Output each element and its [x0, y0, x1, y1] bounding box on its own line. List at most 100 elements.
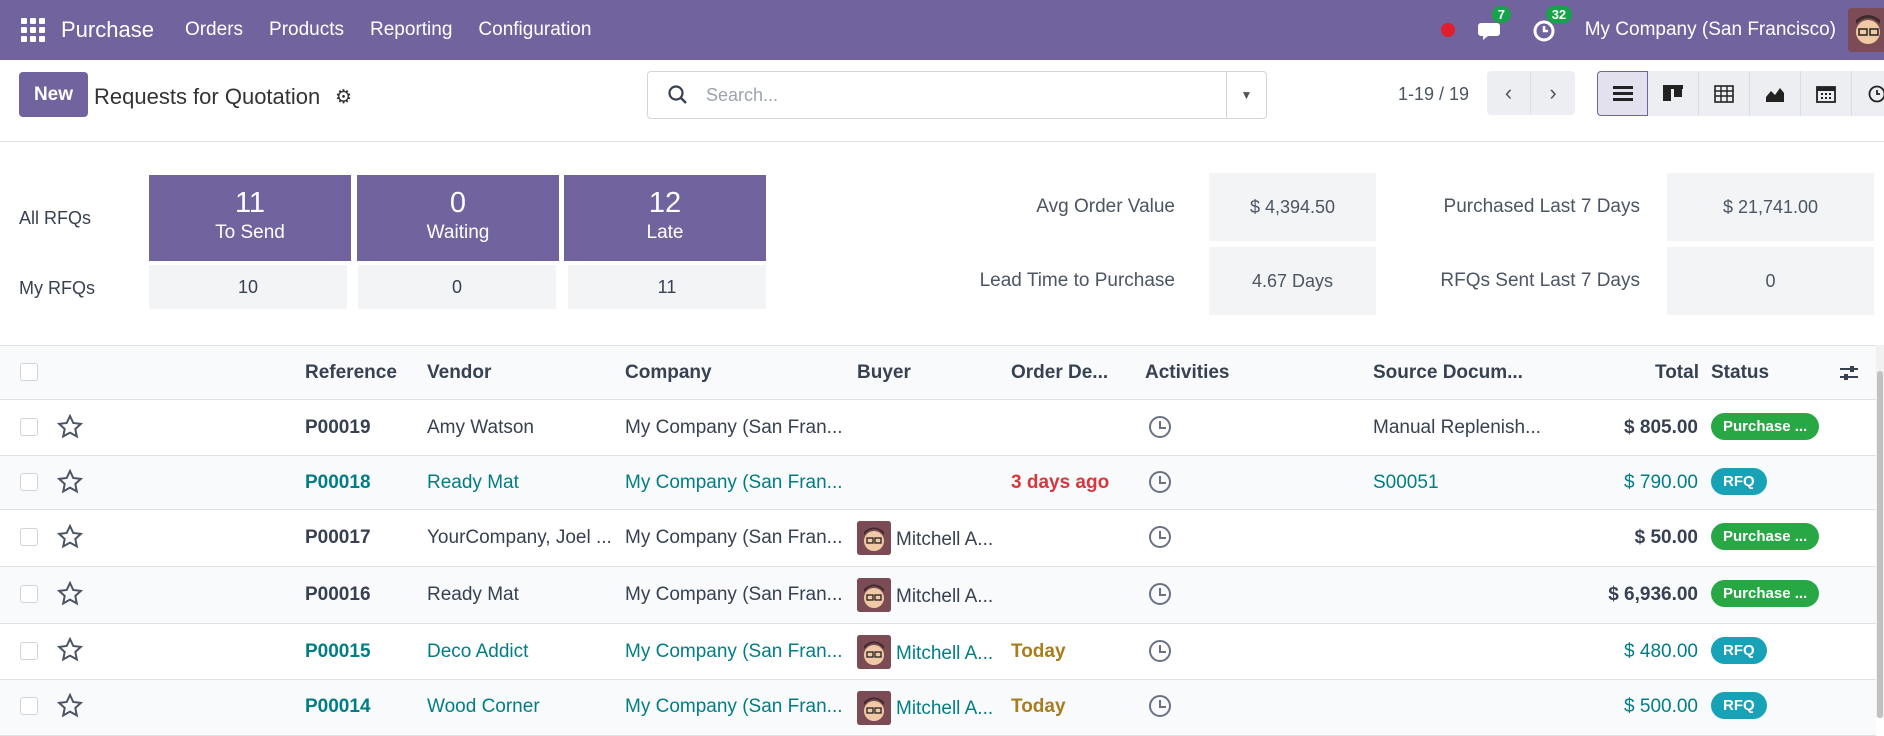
- row-checkbox[interactable]: [20, 528, 38, 546]
- menu-orders[interactable]: Orders: [172, 19, 256, 41]
- column-activities[interactable]: Activities: [1145, 362, 1229, 384]
- column-buyer[interactable]: Buyer: [857, 362, 911, 384]
- rfqs-sent-label: RFQs Sent Last 7 Days: [1400, 270, 1640, 292]
- pivot-view-button[interactable]: [1699, 71, 1750, 116]
- column-source-document[interactable]: Source Docum...: [1373, 362, 1523, 384]
- menu-products[interactable]: Products: [256, 19, 357, 41]
- vertical-scrollbar[interactable]: [1876, 345, 1884, 718]
- rfqs-sent-value: 0: [1667, 247, 1874, 315]
- scrollbar-thumb[interactable]: [1877, 371, 1883, 718]
- row-company: My Company (San Fran...: [625, 696, 843, 718]
- star-icon[interactable]: [57, 469, 83, 495]
- to-send-tile[interactable]: 11 To Send: [149, 175, 351, 261]
- row-checkbox[interactable]: [20, 473, 38, 491]
- search-bar[interactable]: Search... ▼: [647, 71, 1267, 119]
- graph-view-button[interactable]: [1750, 71, 1801, 116]
- purchased-last-7-days-value: $ 21,741.00: [1667, 173, 1874, 241]
- activity-clock-icon[interactable]: [1149, 471, 1171, 493]
- purchased-last-7-days-label: Purchased Last 7 Days: [1400, 196, 1640, 218]
- star-icon[interactable]: [57, 524, 83, 550]
- page-title: Requests for Quotation: [94, 84, 320, 110]
- row-checkbox[interactable]: [20, 585, 38, 603]
- my-rfqs-label: My RFQs: [19, 278, 95, 299]
- activity-view-button[interactable]: [1852, 71, 1884, 116]
- messages-button[interactable]: 7: [1477, 16, 1505, 44]
- my-late-count[interactable]: 11: [568, 265, 766, 309]
- my-to-send-count[interactable]: 10: [149, 265, 347, 309]
- status-badge: RFQ: [1711, 468, 1767, 495]
- status-badge: Purchase ...: [1711, 580, 1819, 607]
- table-row[interactable]: P00014 Wood Corner My Company (San Fran.…: [0, 680, 1876, 736]
- gear-icon[interactable]: ⚙: [335, 86, 352, 109]
- to-send-count: 11: [149, 187, 351, 220]
- row-checkbox[interactable]: [20, 418, 38, 436]
- apps-menu-icon[interactable]: [21, 18, 45, 42]
- star-icon[interactable]: [57, 581, 83, 607]
- row-order-deadline: 3 days ago: [1011, 472, 1109, 494]
- avg-order-value: $ 4,394.50: [1209, 173, 1376, 241]
- view-switcher: [1597, 71, 1884, 116]
- pager-next-button[interactable]: ›: [1531, 71, 1575, 115]
- column-company[interactable]: Company: [625, 362, 712, 384]
- table-row[interactable]: P00017 YourCompany, Joel ... My Company …: [0, 510, 1876, 567]
- activity-clock-icon[interactable]: [1149, 695, 1171, 717]
- row-reference: P00016: [305, 584, 371, 606]
- table-row[interactable]: P00019 Amy Watson My Company (San Fran..…: [0, 400, 1876, 456]
- row-reference: P00019: [305, 417, 371, 439]
- activity-clock-icon[interactable]: [1149, 640, 1171, 662]
- clock-icon: [1867, 85, 1884, 103]
- calendar-icon: [1816, 85, 1836, 103]
- avatar-face-icon: [857, 691, 891, 725]
- company-switcher[interactable]: My Company (San Francisco): [1585, 19, 1836, 41]
- caret-down-icon: ▼: [1241, 88, 1253, 102]
- new-button[interactable]: New: [19, 72, 88, 117]
- row-buyer: Mitchell A...: [896, 643, 993, 665]
- table-row[interactable]: P00018 Ready Mat My Company (San Fran...…: [0, 456, 1876, 510]
- star-icon[interactable]: [57, 637, 83, 663]
- user-avatar[interactable]: [1848, 8, 1884, 52]
- column-reference[interactable]: Reference: [305, 362, 397, 384]
- star-icon[interactable]: [57, 693, 83, 719]
- row-total: $ 6,936.00: [1538, 584, 1698, 606]
- kanban-view-icon: [1663, 85, 1683, 103]
- avatar-face-icon: [857, 578, 891, 612]
- pager-value[interactable]: 1-19 / 19: [1398, 84, 1469, 105]
- optional-columns-icon[interactable]: [1839, 364, 1859, 382]
- status-badge: Purchase ...: [1711, 413, 1819, 440]
- row-checkbox[interactable]: [20, 697, 38, 715]
- column-total[interactable]: Total: [1655, 362, 1699, 384]
- app-name[interactable]: Purchase: [61, 17, 154, 43]
- activities-button[interactable]: 32: [1531, 16, 1559, 44]
- menu-configuration[interactable]: Configuration: [465, 19, 604, 41]
- star-icon[interactable]: [57, 414, 83, 440]
- waiting-tile[interactable]: 0 Waiting: [357, 175, 559, 261]
- calendar-view-button[interactable]: [1801, 71, 1852, 116]
- buyer-avatar: [857, 578, 891, 612]
- list-view-icon: [1613, 85, 1633, 103]
- row-checkbox[interactable]: [20, 642, 38, 660]
- row-company: My Company (San Fran...: [625, 641, 843, 663]
- kanban-view-button[interactable]: [1648, 71, 1699, 116]
- activity-clock-icon[interactable]: [1149, 526, 1171, 548]
- row-total: $ 500.00: [1538, 696, 1698, 718]
- table-row[interactable]: P00015 Deco Addict My Company (San Fran.…: [0, 624, 1876, 680]
- recording-indicator-icon[interactable]: [1441, 23, 1455, 37]
- late-tile[interactable]: 12 Late: [564, 175, 766, 261]
- table-header: Reference Vendor Company Buyer Order De.…: [0, 345, 1876, 400]
- search-options-toggle[interactable]: ▼: [1226, 72, 1266, 118]
- table-row[interactable]: P00016 Ready Mat My Company (San Fran...…: [0, 567, 1876, 624]
- list-view-button[interactable]: [1597, 71, 1648, 116]
- menu-reporting[interactable]: Reporting: [357, 19, 465, 41]
- my-waiting-count[interactable]: 0: [358, 265, 556, 309]
- column-status[interactable]: Status: [1711, 362, 1769, 384]
- column-vendor[interactable]: Vendor: [427, 362, 491, 384]
- row-vendor: Deco Addict: [427, 641, 528, 663]
- pager-previous-button[interactable]: ‹: [1487, 71, 1531, 115]
- select-all-checkbox[interactable]: [20, 363, 38, 381]
- search-input[interactable]: Search...: [706, 85, 1226, 106]
- activity-clock-icon[interactable]: [1149, 416, 1171, 438]
- activity-clock-icon[interactable]: [1149, 583, 1171, 605]
- column-order-deadline[interactable]: Order De...: [1011, 362, 1108, 384]
- row-vendor: Amy Watson: [427, 417, 534, 439]
- search-icon: [666, 84, 690, 106]
